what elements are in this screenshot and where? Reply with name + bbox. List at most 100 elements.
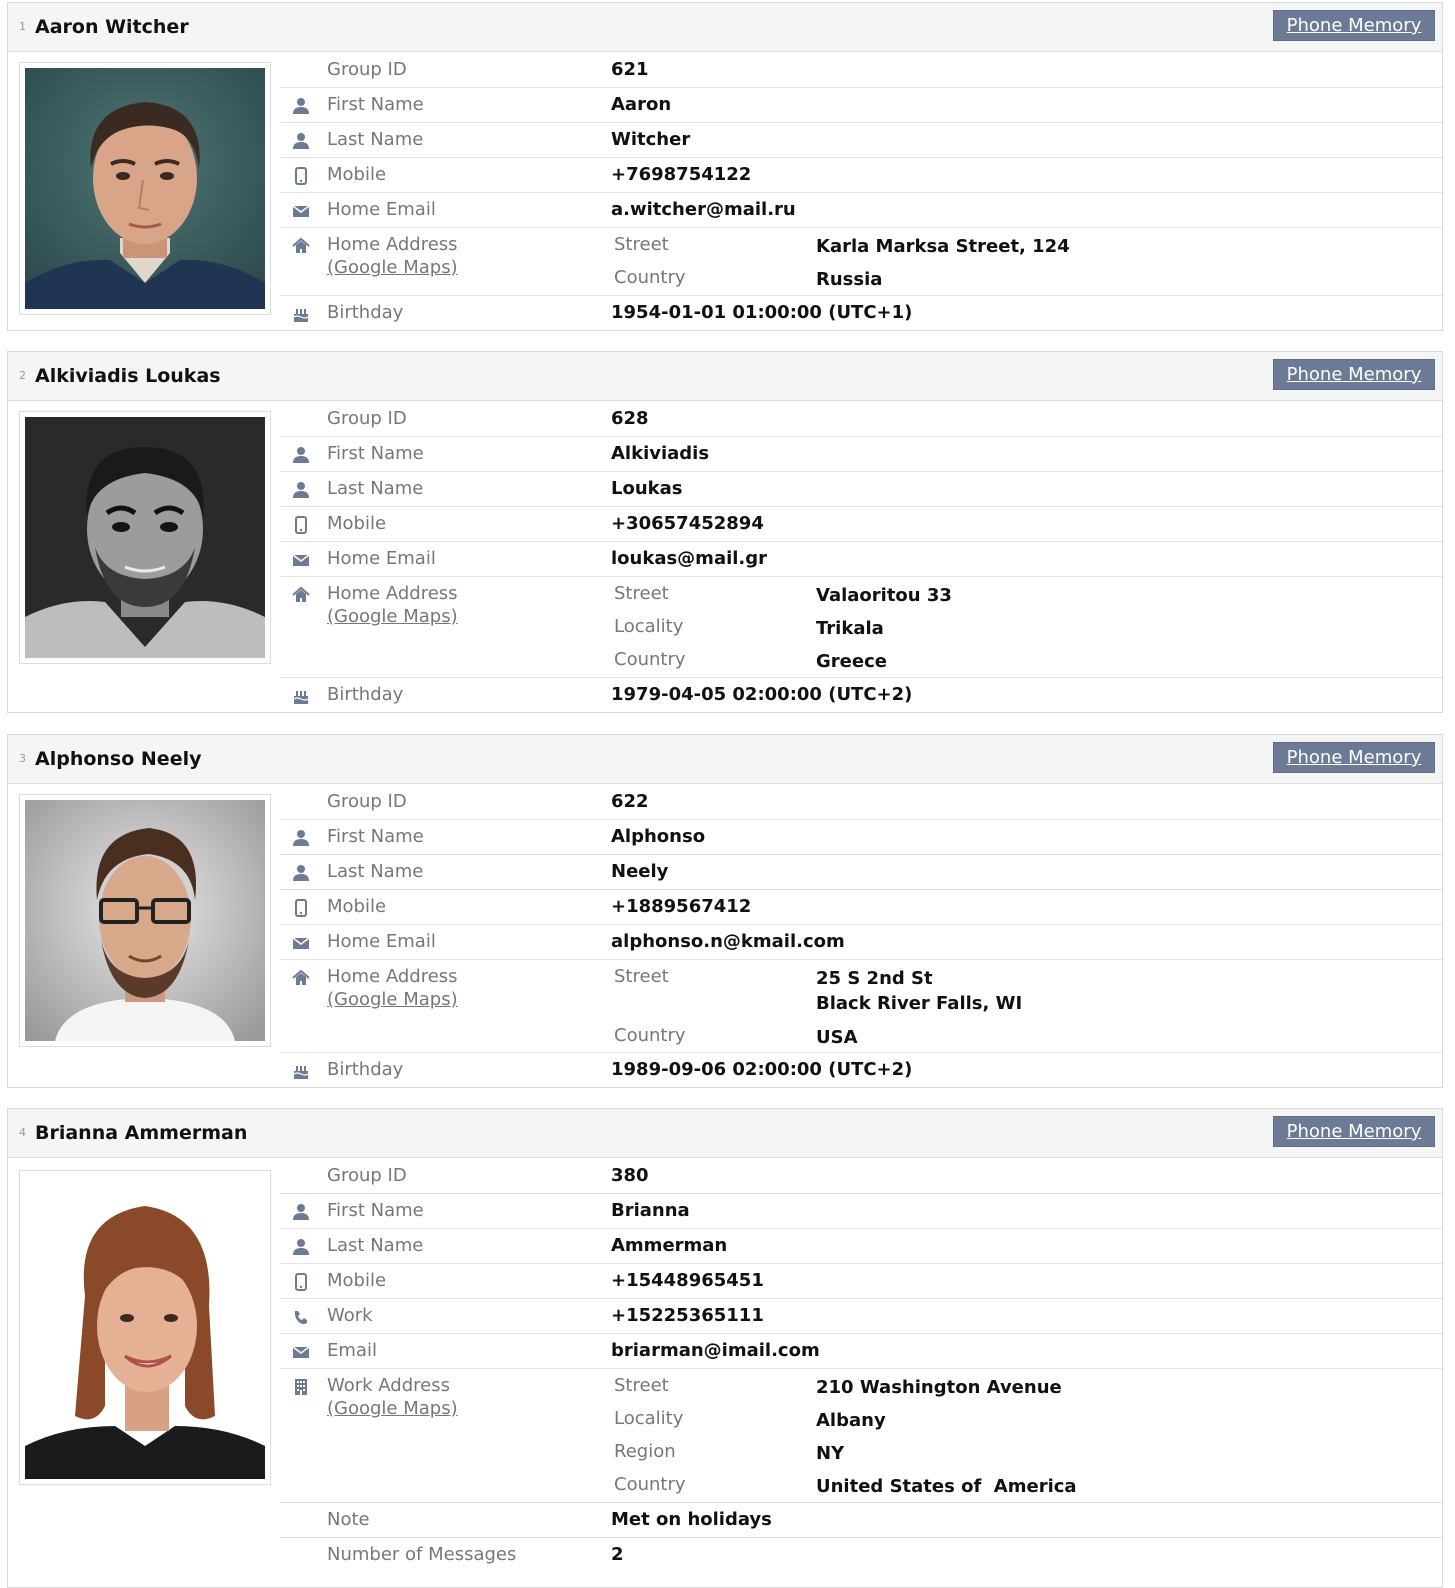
address-key: Locality [614, 616, 684, 637]
field-label: First Name [327, 826, 424, 847]
address-key: Country [614, 1474, 686, 1495]
field-row-home-email: Home Email a.witcher@mail.ru [280, 193, 1442, 228]
field-value: Alphonso [611, 826, 706, 847]
field-row-home-email: Home Email loukas@mail.gr [280, 542, 1442, 577]
card-index: 4 [19, 1126, 26, 1139]
field-value: 622 [611, 791, 649, 812]
field-value: Brianna [611, 1200, 690, 1221]
field-row-last-name: Last Name Loukas [280, 472, 1442, 507]
field-value: Alkiviadis [611, 443, 710, 464]
birthday-cake-icon [292, 305, 310, 323]
contact-fields: Group ID 621 First Name Aaron Last Name … [280, 53, 1442, 331]
phone-memory-button[interactable]: Phone Memory [1273, 10, 1435, 41]
google-maps-link[interactable]: (Google Maps) [327, 257, 458, 278]
field-label: Last Name [327, 861, 424, 882]
envelope-icon [292, 202, 310, 220]
address-value: NY [816, 1443, 845, 1464]
address-value: 210 Washington Avenue [816, 1377, 1062, 1398]
field-value: Loukas [611, 478, 683, 499]
field-row-birthday: Birthday 1954-01-01 01:00:00 (UTC+1) [280, 296, 1442, 331]
home-icon [292, 237, 310, 255]
field-value: Met on holidays [611, 1509, 772, 1530]
field-row-mobile: Mobile +30657452894 [280, 507, 1442, 542]
field-label: Last Name [327, 129, 424, 150]
field-value: +30657452894 [611, 513, 764, 534]
field-row-birthday: Birthday 1979-04-05 02:00:00 (UTC+2) [280, 678, 1442, 713]
phone-memory-button[interactable]: Phone Memory [1273, 1116, 1435, 1147]
field-value: 621 [611, 59, 649, 80]
field-label: Number of Messages [327, 1544, 517, 1565]
address-value: Valaoritou 33 [816, 585, 952, 606]
address-value: USA [816, 1027, 858, 1048]
field-value: 2 [611, 1544, 624, 1565]
contact-photo [19, 411, 271, 664]
field-label: Birthday [327, 1059, 404, 1080]
field-label: Email [327, 1340, 377, 1361]
envelope-icon [292, 934, 310, 952]
field-row-last-name: Last Name Ammerman [280, 1229, 1442, 1264]
field-value: +15225365111 [611, 1305, 764, 1326]
field-value: briarman@imail.com [611, 1340, 820, 1361]
address-block: Street 25 S 2nd St Black River Falls, WI C… [611, 960, 1442, 1052]
portrait-man-glasses [25, 800, 265, 1041]
field-label: Work [327, 1305, 373, 1326]
field-label: First Name [327, 1200, 424, 1221]
contact-name: Aaron Witcher [35, 16, 189, 38]
phone-handset-icon [292, 1308, 310, 1326]
field-label: Birthday [327, 684, 404, 705]
address-value: 25 S 2nd St Black River Falls, WI [816, 968, 1023, 1014]
field-label: Birthday [327, 302, 404, 323]
field-value: 380 [611, 1165, 649, 1186]
field-value: a.witcher@mail.ru [611, 199, 796, 220]
google-maps-link[interactable]: (Google Maps) [327, 606, 458, 627]
address-value: Russia [816, 269, 883, 290]
field-row-email: Email briarman@imail.com [280, 1334, 1442, 1369]
field-row-group-id: Group ID 622 [280, 785, 1442, 820]
field-label: Home Address (Google Maps) [327, 583, 458, 627]
field-row-last-name: Last Name Neely [280, 855, 1442, 890]
field-label: Mobile [327, 164, 387, 185]
address-key: Region [614, 1441, 676, 1462]
field-value: Witcher [611, 129, 691, 150]
field-row-first-name: First Name Alkiviadis [280, 437, 1442, 472]
field-row-first-name: First Name Aaron [280, 88, 1442, 123]
field-label: Home Address (Google Maps) [327, 966, 458, 1010]
field-label: Home Email [327, 931, 436, 952]
person-icon [292, 481, 310, 499]
google-maps-link[interactable]: (Google Maps) [327, 1398, 458, 1419]
google-maps-link[interactable]: (Google Maps) [327, 989, 458, 1010]
field-value: loukas@mail.gr [611, 548, 768, 569]
person-icon [292, 864, 310, 882]
field-value: +15448965451 [611, 1270, 764, 1291]
address-value: Trikala [816, 618, 884, 639]
field-row-home-email: Home Email alphonso.n@kmail.com [280, 925, 1442, 960]
card-header: 3 Alphonso Neely Phone Memory [8, 735, 1442, 784]
field-row-group-id: Group ID 621 [280, 53, 1442, 88]
field-value: +7698754122 [611, 164, 752, 185]
field-value: 1989-09-06 02:00:00 (UTC+2) [611, 1059, 913, 1080]
field-label: Group ID [327, 791, 407, 812]
phone-memory-button[interactable]: Phone Memory [1273, 359, 1435, 390]
mobile-phone-icon [292, 1273, 310, 1291]
field-label: Group ID [327, 1165, 407, 1186]
portrait-woman [25, 1176, 265, 1479]
mobile-phone-icon [292, 516, 310, 534]
card-header: 2 Alkiviadis Loukas Phone Memory [8, 352, 1442, 401]
field-value: Neely [611, 861, 669, 882]
field-row-mobile: Mobile +15448965451 [280, 1264, 1442, 1299]
contact-name: Alphonso Neely [35, 748, 202, 770]
field-label[interactable]: Home Email [327, 199, 436, 220]
mobile-phone-icon [292, 899, 310, 917]
field-label: First Name [327, 94, 424, 115]
field-row-work-phone: Work +15225365111 [280, 1299, 1442, 1334]
contact-card: 1 Aaron Witcher Phone Memory Group ID 62… [7, 2, 1443, 331]
field-row-note: Note Met on holidays [280, 1503, 1442, 1538]
field-row-home-address: Home Address (Google Maps) Street Valaorit… [280, 577, 1442, 678]
address-value: Albany [816, 1410, 886, 1431]
contact-fields: Group ID 622 First Name Alphonso Last Na… [280, 785, 1442, 1088]
home-icon [292, 586, 310, 604]
field-label: Work Address (Google Maps) [327, 1375, 458, 1419]
phone-memory-button[interactable]: Phone Memory [1273, 742, 1435, 773]
home-icon [292, 969, 310, 987]
card-index: 2 [19, 369, 26, 382]
